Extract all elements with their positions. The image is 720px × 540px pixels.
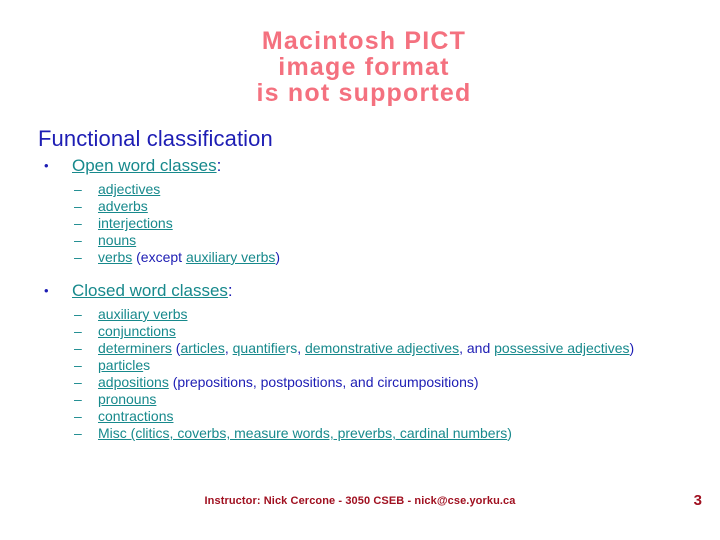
list-item: – particles bbox=[38, 357, 686, 374]
dash-marker-icon: – bbox=[74, 215, 82, 231]
list-item: – nouns bbox=[38, 232, 686, 249]
link-verbs[interactable]: verbs bbox=[98, 249, 132, 265]
list-item: – conjunctions bbox=[38, 323, 686, 340]
link-articles[interactable]: articles bbox=[180, 340, 224, 356]
bullet-marker-icon: • bbox=[44, 158, 49, 173]
dash-marker-icon: – bbox=[74, 181, 82, 197]
link-adpositions[interactable]: adpositions bbox=[98, 374, 169, 390]
colon-open: : bbox=[216, 156, 222, 175]
dash-marker-icon: – bbox=[74, 340, 82, 356]
link-quantifiers[interactable]: quantifie bbox=[233, 340, 286, 356]
link-open-word-classes[interactable]: Open word classes bbox=[72, 156, 217, 175]
link-interjections[interactable]: interjections bbox=[98, 215, 173, 231]
dash-marker-icon: – bbox=[74, 306, 82, 322]
link-determiners[interactable]: determiners bbox=[98, 340, 172, 356]
link-particles[interactable]: particle bbox=[98, 357, 143, 373]
text-verbs-except: (except bbox=[132, 249, 186, 265]
dash-marker-icon: – bbox=[74, 232, 82, 248]
page-number: 3 bbox=[693, 492, 702, 509]
page-title: Functional classification bbox=[38, 126, 273, 151]
dash-marker-icon: – bbox=[74, 408, 82, 424]
link-misc[interactable]: Misc (clitics, coverbs, measure words, p… bbox=[98, 425, 507, 441]
pict-placeholder-image: Macintosh PICT image format is not suppo… bbox=[256, 27, 472, 107]
text-particles-tail: s bbox=[143, 357, 151, 373]
list-item: – interjections bbox=[38, 215, 686, 232]
text-quantifiers-tail: rs bbox=[285, 340, 298, 356]
dash-marker-icon: – bbox=[74, 425, 82, 441]
footer-instructor-note: Instructor: Nick Cercone - 3050 CSEB - n… bbox=[204, 495, 516, 507]
list-item: – determiners (articles, quantifiers, dem… bbox=[38, 340, 686, 357]
list-item: – pronouns bbox=[38, 391, 686, 408]
link-adverbs[interactable]: adverbs bbox=[98, 198, 148, 214]
text-misc-close-paren: ) bbox=[507, 425, 512, 441]
list-item: – contractions bbox=[38, 408, 686, 425]
list-item: – adpositions (prepositions, postpositio… bbox=[38, 374, 686, 391]
closed-word-classes-list: – auxiliary verbs – conjunctions – determ… bbox=[38, 306, 686, 442]
link-nouns[interactable]: nouns bbox=[98, 232, 136, 248]
list-item: – adverbs bbox=[38, 198, 686, 215]
dash-marker-icon: – bbox=[74, 391, 82, 407]
list-item: – Misc (clitics, coverbs, measure words,… bbox=[38, 425, 686, 442]
bullet-closed-word-classes: • Closed word classes: bbox=[38, 280, 686, 301]
link-auxiliary-verbs[interactable]: auxiliary verbs bbox=[186, 249, 275, 265]
text-sep-2: , bbox=[297, 340, 306, 356]
link-auxiliary-verbs[interactable]: auxiliary verbs bbox=[98, 306, 187, 322]
list-item: – adjectives bbox=[38, 181, 686, 198]
dash-marker-icon: – bbox=[74, 357, 82, 373]
text-determiners-close-paren: ) bbox=[629, 340, 635, 356]
text-sep-3: , and bbox=[459, 340, 495, 356]
link-pronouns[interactable]: pronouns bbox=[98, 391, 156, 407]
list-item: – verbs (except auxiliary verbs) bbox=[38, 249, 686, 266]
dash-marker-icon: – bbox=[74, 198, 82, 214]
text-sep-1: , bbox=[224, 340, 233, 356]
dash-marker-icon: – bbox=[74, 249, 82, 265]
text-adpositions-detail: (prepositions, postpositions, and circum… bbox=[168, 374, 479, 390]
colon-closed: : bbox=[227, 281, 233, 300]
slide-body: • Open word classes: – adjectives – adve… bbox=[38, 155, 686, 442]
link-possessive-adjectives[interactable]: possessive adjectives bbox=[494, 340, 629, 356]
link-demonstrative-adjectives[interactable]: demonstrative adjectives bbox=[305, 340, 459, 356]
bullet-marker-icon: • bbox=[44, 283, 49, 298]
bullet-open-word-classes: • Open word classes: bbox=[38, 155, 686, 176]
dash-marker-icon: – bbox=[74, 374, 82, 390]
link-conjunctions[interactable]: conjunctions bbox=[98, 323, 176, 339]
dash-marker-icon: – bbox=[74, 323, 82, 339]
open-word-classes-list: – adjectives – adverbs – interjections –… bbox=[38, 181, 686, 266]
link-closed-word-classes[interactable]: Closed word classes bbox=[72, 281, 228, 300]
text-verbs-close-paren: ) bbox=[275, 249, 281, 265]
list-item: – auxiliary verbs bbox=[38, 306, 686, 323]
link-contractions[interactable]: contractions bbox=[98, 408, 173, 424]
link-adjectives[interactable]: adjectives bbox=[98, 181, 160, 197]
